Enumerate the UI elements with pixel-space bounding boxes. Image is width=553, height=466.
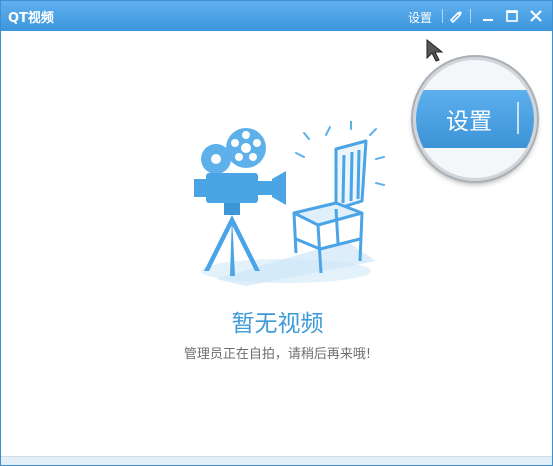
mouse-cursor-icon [426,39,444,62]
magnifier-callout: 设置 [413,57,537,181]
empty-state-illustration-icon [194,121,385,286]
skin-icon [449,11,462,24]
minimize-button[interactable] [478,6,498,26]
magnified-divider [517,102,519,134]
close-icon [530,10,542,22]
empty-state-title: 暂无视频 [231,311,324,337]
app-window: QT视频 设置 设置 暂无视频 管理员正在自拍，请稍后再来哦! [0,0,553,466]
titlebar-divider [470,9,471,23]
bottom-status-bar [1,456,552,465]
skin-button[interactable] [446,6,466,26]
title-bar[interactable]: QT视频 设置 [1,1,552,31]
magnified-settings-label: 设置 [446,109,492,135]
close-button[interactable] [526,6,546,26]
settings-button[interactable]: 设置 [408,9,432,26]
window-title: QT视频 [8,11,54,26]
titlebar-divider [442,9,443,23]
maximize-button[interactable] [502,6,522,26]
minimize-icon [483,19,493,21]
empty-state-subtitle: 管理员正在自拍，请稍后再来哦! [183,347,372,362]
maximize-icon [506,10,518,22]
